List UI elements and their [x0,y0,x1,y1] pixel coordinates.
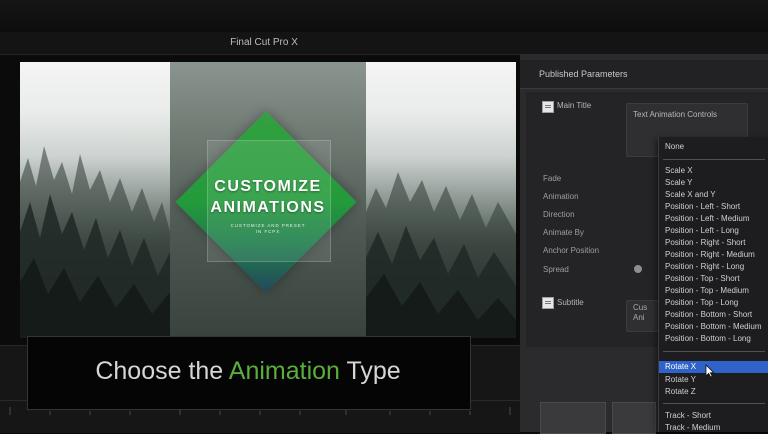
thumbnail-1[interactable] [540,402,606,434]
subtitle-popup-text: Cus Ani [633,303,648,322]
menu-item-position-left-long[interactable]: Position - Left - Long [665,226,739,235]
animation-type-menu: None Scale X Scale Y Scale X and Y Posit… [658,137,768,432]
text-animation-controls-label: Text Animation Controls [633,110,718,119]
banner-text-pre: Choose the [95,357,229,385]
menu-item-rotate-y[interactable]: Rotate Y [665,375,696,384]
menu-item-position-top-long[interactable]: Position - Top - Long [665,298,738,307]
animation-tagline-text: CUSTOMIZE AND PRESET IN FCPX [230,223,306,234]
top-toolbar [0,0,768,33]
forest-image-right [366,62,516,338]
menu-item-position-bottom-short[interactable]: Position - Bottom - Short [665,310,752,319]
menu-item-scale-x[interactable]: Scale X [665,166,693,175]
menu-item-track-short[interactable]: Track - Short [665,411,711,420]
spread-slider-knob[interactable] [634,265,642,273]
menu-separator [663,403,765,404]
banner-text-post: Type [339,357,401,385]
menu-item-position-left-short[interactable]: Position - Left - Short [665,202,740,211]
menu-item-position-right-medium[interactable]: Position - Right - Medium [665,250,755,259]
menu-item-track-medium[interactable]: Track - Medium [665,423,720,432]
main-title-label: Main Title [557,101,592,110]
text-section-icon [542,101,554,113]
banner-caption: Choose the Animation Type [27,357,469,386]
forest-image-left [20,62,170,338]
menu-item-scale-y[interactable]: Scale Y [665,178,692,187]
param-fade: Fade [543,174,562,183]
menu-item-position-right-short[interactable]: Position - Right - Short [665,238,745,247]
menu-item-none[interactable]: None [665,142,684,151]
title-graphic-panel: CUSTOMIZE ANIMATIONS CUSTOMIZE AND PRESE… [170,62,366,338]
menu-separator [663,351,765,352]
menu-item-scale-xy[interactable]: Scale X and Y [665,190,716,199]
param-anchor-position: Anchor Position [543,246,600,255]
param-animate-by: Animate By [543,228,584,237]
param-spread: Spread [543,265,569,274]
menu-item-position-bottom-medium[interactable]: Position - Bottom - Medium [665,322,761,331]
menu-item-rotate-z[interactable]: Rotate Z [665,387,696,396]
mouse-pointer-icon [705,364,715,378]
param-animation: Animation [543,192,579,201]
menu-item-position-left-medium[interactable]: Position - Left - Medium [665,214,749,223]
app-title: Final Cut Pro X [230,37,298,48]
menu-item-position-bottom-long[interactable]: Position - Bottom - Long [665,334,751,343]
subtitle-section-icon [542,297,554,309]
thumbnail-2[interactable] [612,402,656,434]
menu-item-position-top-short[interactable]: Position - Top - Short [665,274,740,283]
menu-separator [663,159,765,160]
param-direction: Direction [543,210,575,219]
published-parameters-label: Published Parameters [539,69,628,79]
animation-title-text: CUSTOMIZE ANIMATIONS [210,178,326,216]
subtitle-label: Subtitle [557,298,584,307]
menu-item-position-right-long[interactable]: Position - Right - Long [665,262,744,271]
video-viewer[interactable]: CUSTOMIZE ANIMATIONS CUSTOMIZE AND PRESE… [20,62,516,338]
banner-text-highlight: Animation [228,357,340,385]
menu-item-position-top-medium[interactable]: Position - Top - Medium [665,286,749,295]
